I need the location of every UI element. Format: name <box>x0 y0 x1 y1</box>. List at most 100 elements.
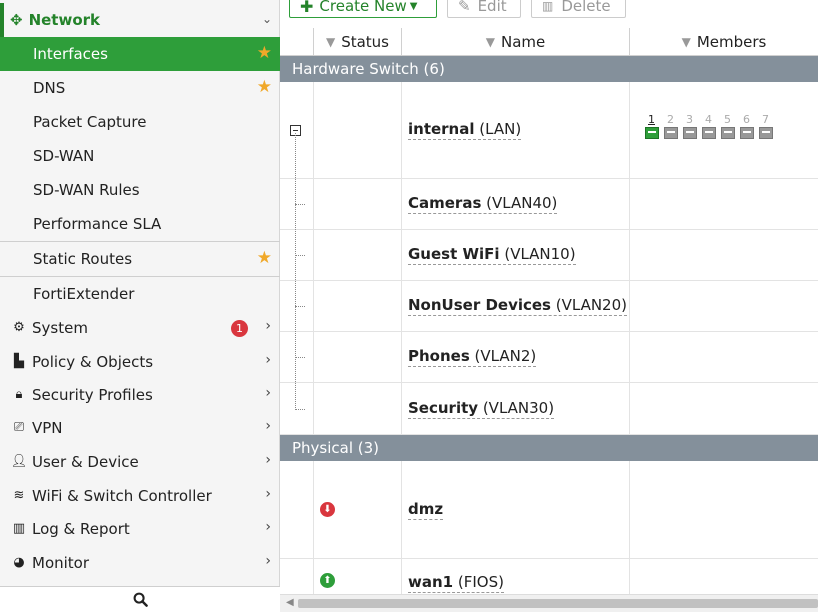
filter-icon[interactable]: ▼ <box>682 35 691 49</box>
scroll-left-icon[interactable]: ◀ <box>286 597 294 608</box>
sidebar-item-vpn[interactable]: ⎚ VPN › <box>0 411 280 444</box>
interface-alias: (VLAN40) <box>486 194 558 212</box>
table-row[interactable]: Guest WiFi (VLAN10) <box>280 230 818 281</box>
sidebar-item-security-profiles[interactable]: 🔒︎ Security Profiles › <box>0 378 280 411</box>
chevron-down-icon: ⌄ <box>261 12 272 26</box>
main-content: ✚ Create New ▼ ✎ Edit ▥ Delete ▼ Status … <box>280 0 818 612</box>
star-icon[interactable]: ★ <box>257 248 272 268</box>
create-new-button[interactable]: ✚ Create New ▼ <box>289 0 437 18</box>
sidebar-item-sd-wan[interactable]: SD-WAN <box>0 139 280 173</box>
sidebar-item-fortiextender[interactable]: FortiExtender <box>0 276 280 310</box>
port-number: 2 <box>667 113 674 126</box>
port-number: 7 <box>762 113 769 126</box>
chevron-right-icon: › <box>265 352 271 368</box>
name-cell: Guest WiFi (VLAN10) <box>402 230 630 280</box>
status-cell <box>314 383 402 434</box>
status-cell: ⬇ <box>314 461 402 558</box>
table-row[interactable]: internal (LAN) 1 2 3 4 5 6 7 <box>280 82 818 179</box>
column-header-name[interactable]: ▼ Name <box>402 28 630 56</box>
interface-name: Cameras <box>408 194 482 212</box>
star-icon[interactable]: ★ <box>257 43 272 63</box>
interface-alias: (LAN) <box>479 120 522 138</box>
group-row-hardware-switch[interactable]: Hardware Switch (6) <box>280 56 818 82</box>
status-cell: ⬆ <box>314 559 402 594</box>
sidebar-search-button[interactable] <box>0 586 280 612</box>
nav-section-label: Network <box>28 11 101 29</box>
table-row[interactable]: Phones (VLAN2) <box>280 332 818 383</box>
sidebar-item-label: WiFi & Switch Controller <box>32 486 212 505</box>
horizontal-scrollbar[interactable]: ◀ <box>280 594 818 612</box>
delete-button[interactable]: ▥ Delete <box>531 0 626 18</box>
sidebar-item-label: Log & Report <box>32 519 130 538</box>
members-cell <box>630 281 818 331</box>
sidebar-item-label: DNS <box>33 79 66 97</box>
name-cell: Security (VLAN30) <box>402 383 630 434</box>
sidebar-item-monitor[interactable]: ◕ Monitor › <box>0 546 280 579</box>
chevron-right-icon: › <box>265 318 271 334</box>
interface-name: internal <box>408 120 475 138</box>
interface-link[interactable]: NonUser Devices (VLAN20) <box>408 296 628 316</box>
sidebar-item-user-device[interactable]: 👤︎ User & Device › <box>0 445 280 478</box>
interface-link[interactable]: Guest WiFi (VLAN10) <box>408 245 576 265</box>
interface-link[interactable]: Cameras (VLAN40) <box>408 194 558 214</box>
column-header-members[interactable]: ▼ Members <box>630 28 818 56</box>
interface-name: Phones <box>408 347 470 365</box>
sidebar-item-interfaces[interactable]: Interfaces ★ <box>0 37 280 71</box>
sidebar-item-log-report[interactable]: ▥ Log & Report › <box>0 512 280 545</box>
port-item[interactable]: 4 <box>699 114 718 139</box>
ethernet-port-icon <box>663 127 678 139</box>
interface-link[interactable]: wan1 (FIOS) <box>408 573 504 593</box>
search-icon <box>133 592 148 607</box>
sidebar-item-system[interactable]: ⚙ System 1 › <box>0 311 280 344</box>
sidebar-item-wifi-switch[interactable]: ≋ WiFi & Switch Controller › <box>0 479 280 512</box>
sidebar-item-label: System <box>32 318 88 337</box>
members-cell <box>630 179 818 229</box>
edit-button[interactable]: ✎ Edit <box>447 0 521 18</box>
nav-section-network[interactable]: ✥ Network ⌄ <box>0 3 280 37</box>
plus-icon: ✚ <box>300 0 314 16</box>
star-icon[interactable]: ★ <box>257 77 272 97</box>
group-label: Hardware Switch (6) <box>292 60 445 78</box>
sidebar-item-policy-objects[interactable]: ▙ Policy & Objects › <box>0 345 280 378</box>
column-header-tree <box>280 28 314 56</box>
interface-link[interactable]: internal (LAN) <box>408 120 522 140</box>
status-cell <box>314 332 402 382</box>
interface-name: Security <box>408 398 479 417</box>
table-row[interactable]: ⬆ wan1 (FIOS) <box>280 559 818 594</box>
sidebar-item-label: Interfaces <box>33 45 108 63</box>
filter-icon[interactable]: ▼ <box>486 35 495 49</box>
sidebar-item-dns[interactable]: DNS ★ <box>0 71 280 105</box>
port-item[interactable]: 5 <box>718 114 737 139</box>
column-header-status[interactable]: ▼ Status <box>314 28 402 56</box>
interface-link[interactable]: dmz <box>408 500 444 520</box>
scrollbar-thumb[interactable] <box>298 599 818 608</box>
table-row[interactable]: Cameras (VLAN40) <box>280 179 818 230</box>
sidebar-item-sd-wan-rules[interactable]: SD-WAN Rules <box>0 173 280 207</box>
notification-badge: 1 <box>231 320 248 337</box>
interface-name: Guest WiFi <box>408 245 500 263</box>
port-item[interactable]: 6 <box>737 114 756 139</box>
port-item[interactable]: 7 <box>756 114 775 139</box>
interface-alias: (VLAN10) <box>504 245 576 263</box>
interface-link[interactable]: Phones (VLAN2) <box>408 347 537 367</box>
sidebar-item-packet-capture[interactable]: Packet Capture <box>0 105 280 139</box>
sidebar-item-label: VPN <box>32 418 63 437</box>
filter-icon[interactable]: ▼ <box>326 35 335 49</box>
interface-name: NonUser Devices <box>408 296 551 314</box>
port-item[interactable]: 1 <box>642 114 661 139</box>
port-item[interactable]: 3 <box>680 114 699 139</box>
table-row[interactable]: Security (VLAN30) <box>280 383 818 435</box>
group-row-physical[interactable]: Physical (3) <box>280 435 818 461</box>
status-up-icon: ⬆ <box>320 573 335 588</box>
delete-label: Delete <box>561 0 611 15</box>
chevron-right-icon: › <box>265 385 271 401</box>
table-row[interactable]: NonUser Devices (VLAN20) <box>280 281 818 332</box>
members-cell <box>630 461 818 558</box>
port-number: 1 <box>648 113 655 126</box>
sidebar-item-static-routes[interactable]: Static Routes ★ <box>0 241 280 275</box>
wifi-icon: ≋ <box>13 488 25 503</box>
table-row[interactable]: ⬇ dmz <box>280 461 818 559</box>
sidebar-item-performance-sla[interactable]: Performance SLA <box>0 207 280 241</box>
port-item[interactable]: 2 <box>661 114 680 139</box>
interface-link[interactable]: Security (VLAN30) <box>408 398 555 419</box>
